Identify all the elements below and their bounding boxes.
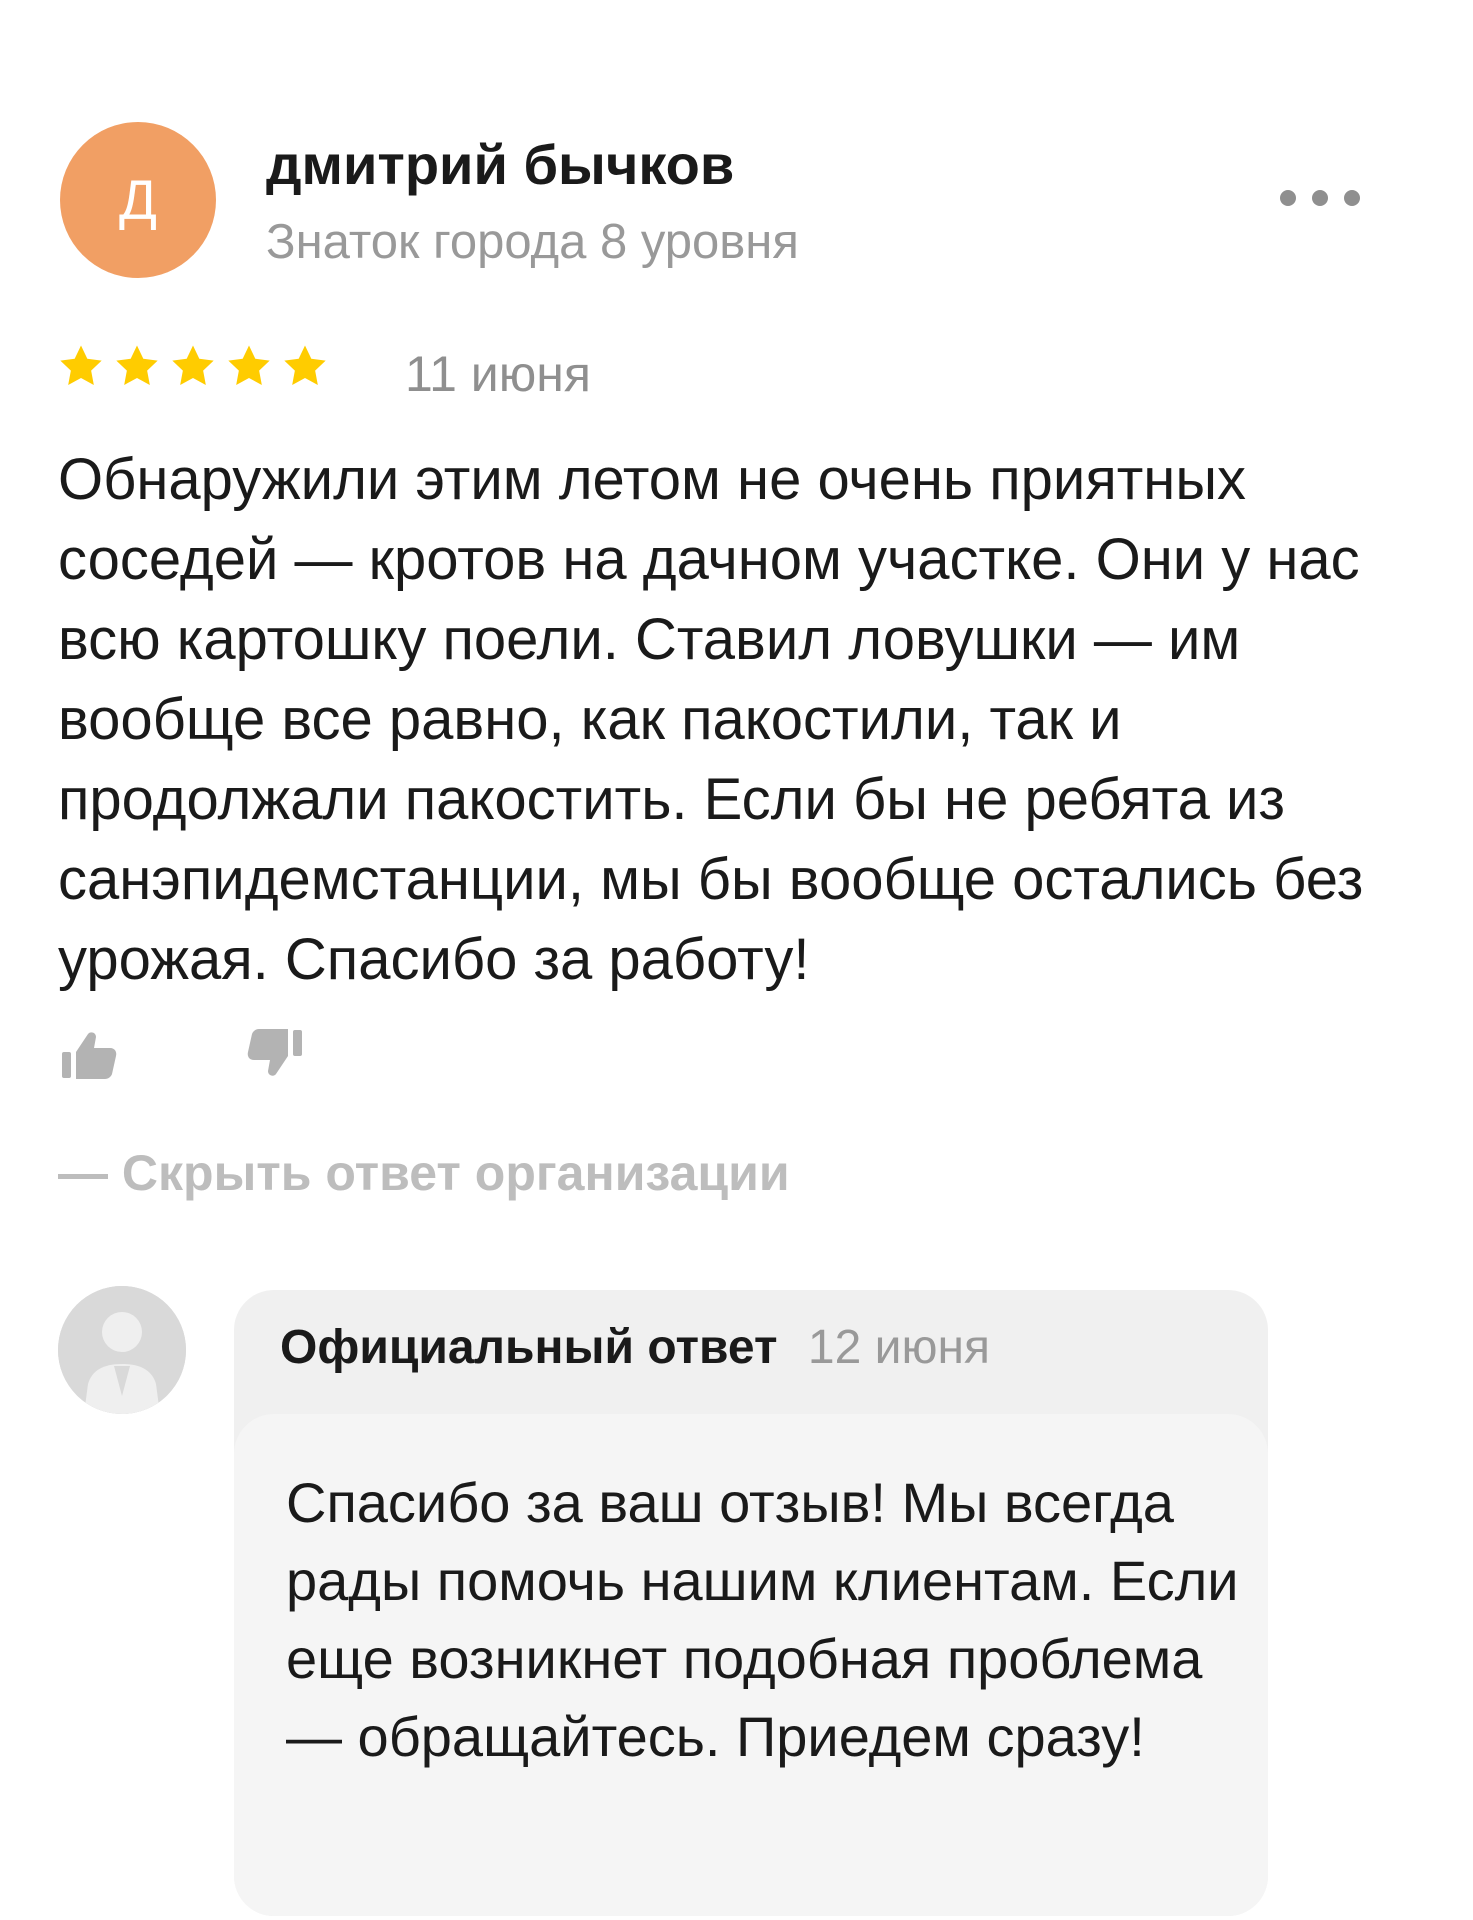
author-level: Знаток города 8 уровня [266, 215, 799, 269]
reply-header: Официальный ответ 12 июня [280, 1320, 990, 1375]
thumbs-down-icon[interactable] [242, 1022, 306, 1086]
more-dots-icon[interactable] [1280, 178, 1360, 218]
star-icon [60, 345, 102, 385]
review-card: Д дмитрий бычков Знаток города 8 уровня … [0, 0, 1473, 1920]
hide-reply-link[interactable]: — Скрыть ответ организации [58, 1144, 790, 1202]
person-silhouette-icon [58, 1286, 186, 1414]
thumbs-up-icon[interactable] [58, 1022, 122, 1086]
organization-reply: Официальный ответ 12 июня Спасибо за ваш… [234, 1290, 1268, 1916]
star-icon [228, 345, 270, 385]
rating-stars [58, 344, 328, 388]
author-avatar[interactable]: Д [60, 122, 216, 278]
reply-date: 12 июня [807, 1321, 990, 1374]
star-icon [284, 345, 326, 385]
author-name[interactable]: дмитрий бычков [266, 132, 734, 197]
star-icon [116, 345, 158, 385]
review-text: Обнаружили этим летом не очень приятных … [58, 447, 1364, 992]
reply-title: Официальный ответ [280, 1321, 778, 1374]
reply-text: Спасибо за ваш отзыв! Мы всегда рады пом… [286, 1471, 1239, 1768]
reply-body: Спасибо за ваш отзыв! Мы всегда рады пом… [234, 1414, 1268, 1916]
author-initial: Д [119, 168, 157, 231]
star-icon [172, 345, 214, 385]
review-date: 11 июня [405, 346, 591, 402]
